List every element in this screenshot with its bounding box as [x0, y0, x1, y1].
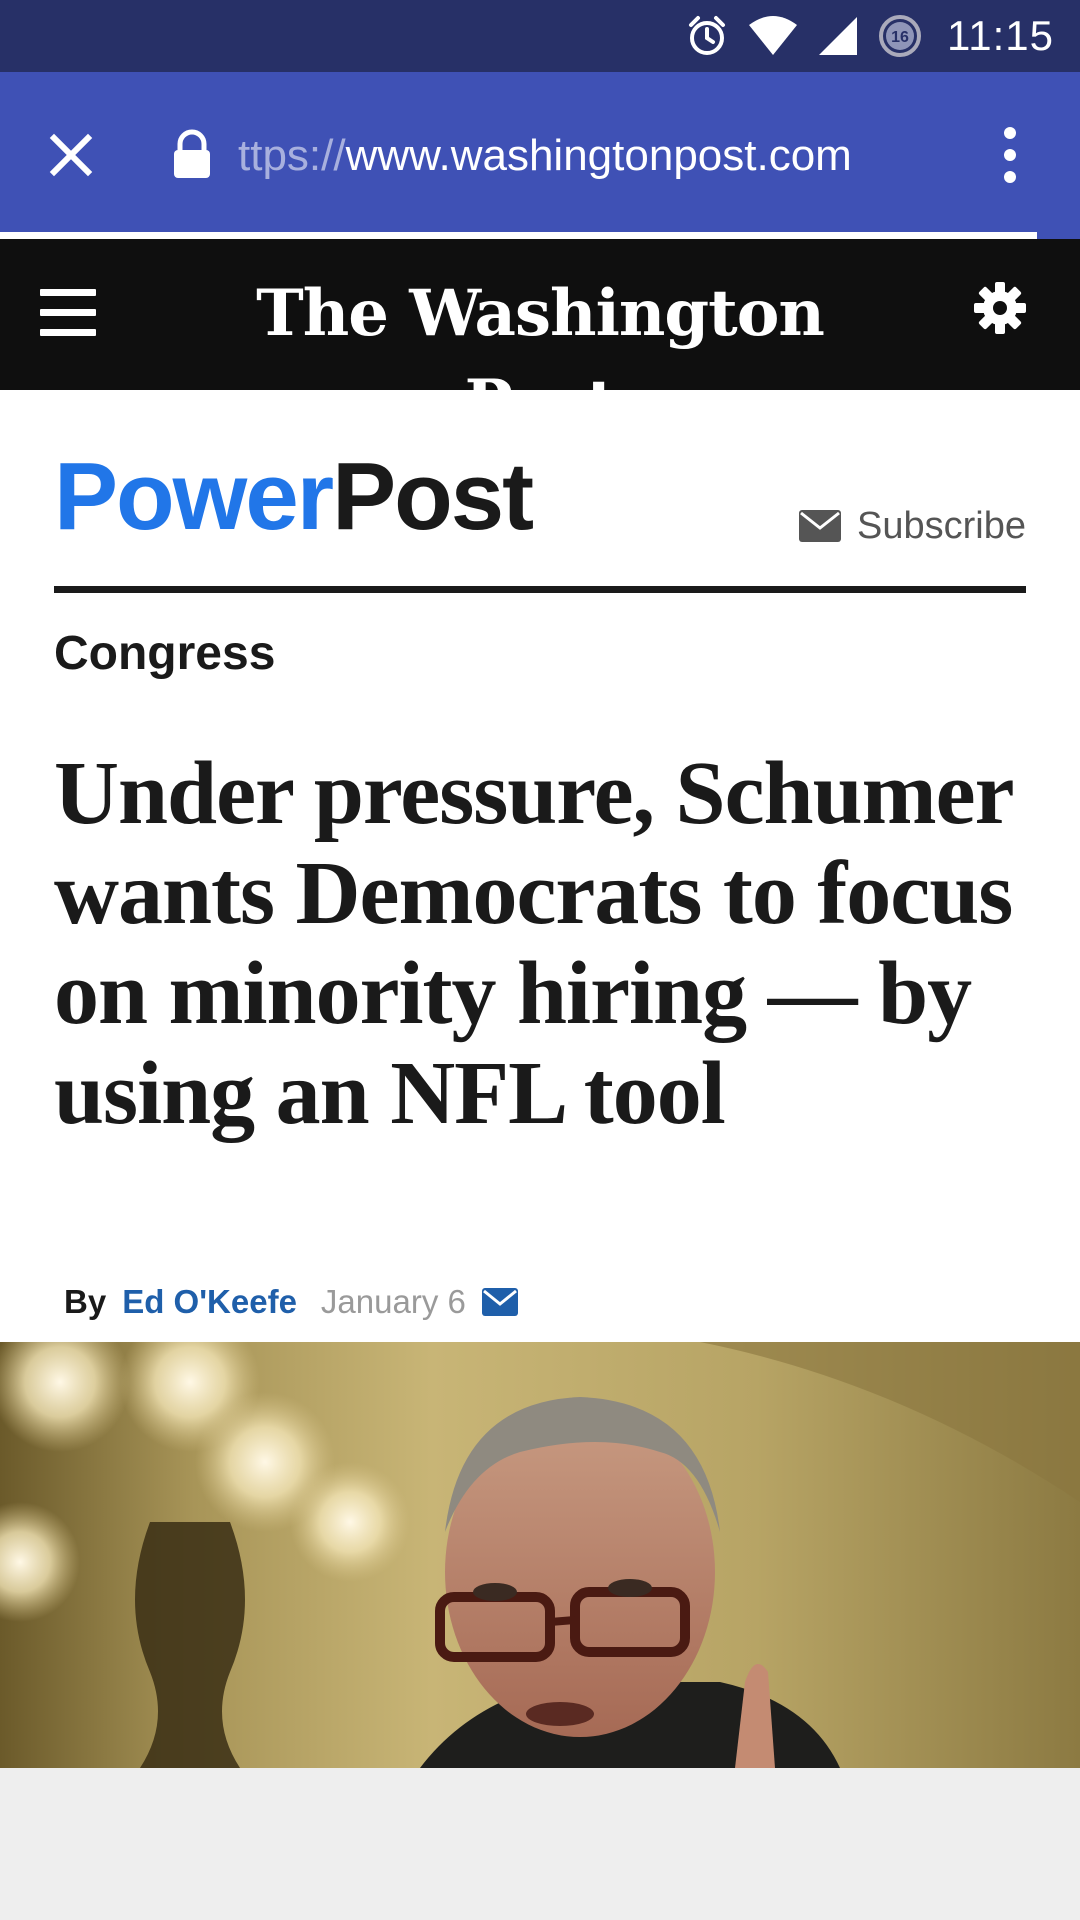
cell-signal-icon [817, 15, 859, 57]
status-time: 11:15 [947, 12, 1054, 59]
url-field[interactable]: ttps://www.washingtonpost.com [238, 128, 958, 184]
browser-toolbar: ttps://www.washingtonpost.com [0, 72, 1080, 234]
status-icons: 16 11:15 [685, 0, 1080, 72]
hamburger-menu-icon[interactable] [40, 289, 96, 337]
data-saver-icon: 16 [877, 13, 923, 59]
url-scheme: ttps:// [238, 131, 346, 180]
byline-prefix: By [64, 1283, 107, 1320]
page-load-progress [0, 232, 1080, 239]
author-link[interactable]: Ed O'Keefe [122, 1283, 297, 1321]
article-headline: Under pressure, Schumer wants Democrats … [54, 744, 1013, 1143]
settings-gear-icon[interactable] [972, 280, 1028, 336]
close-icon[interactable] [44, 128, 98, 182]
section-divider [54, 586, 1026, 593]
masthead-logo[interactable]: The Washington Post [190, 269, 890, 441]
email-author-icon[interactable] [481, 1288, 518, 1316]
article-content: PowerPost Subscribe Congress Under press… [0, 390, 1080, 1342]
byline: By Ed O'Keefe January 6 [64, 1278, 518, 1326]
url-host: www.washingtonpost.com [345, 131, 852, 180]
section-logo[interactable]: PowerPost [54, 442, 534, 552]
publish-date: January 6 [320, 1283, 466, 1320]
lock-icon [174, 129, 210, 178]
envelope-icon [799, 510, 842, 542]
site-header: The Washington Post [0, 239, 1080, 441]
alarm-icon [685, 14, 729, 58]
article-kicker[interactable]: Congress [54, 624, 275, 684]
wifi-icon [747, 15, 799, 57]
data-saver-badge: 16 [891, 29, 909, 46]
subscribe-label: Subscribe [857, 504, 1026, 547]
page-load-progress-fill [0, 232, 1037, 239]
subscribe-link[interactable]: Subscribe [799, 502, 1026, 550]
status-bar: 16 11:15 [0, 0, 1080, 72]
overflow-menu-icon[interactable] [994, 124, 1026, 186]
section-logo-post: Post [332, 443, 534, 550]
section-logo-power: Power [54, 443, 334, 550]
lead-photo [0, 1342, 1080, 1768]
